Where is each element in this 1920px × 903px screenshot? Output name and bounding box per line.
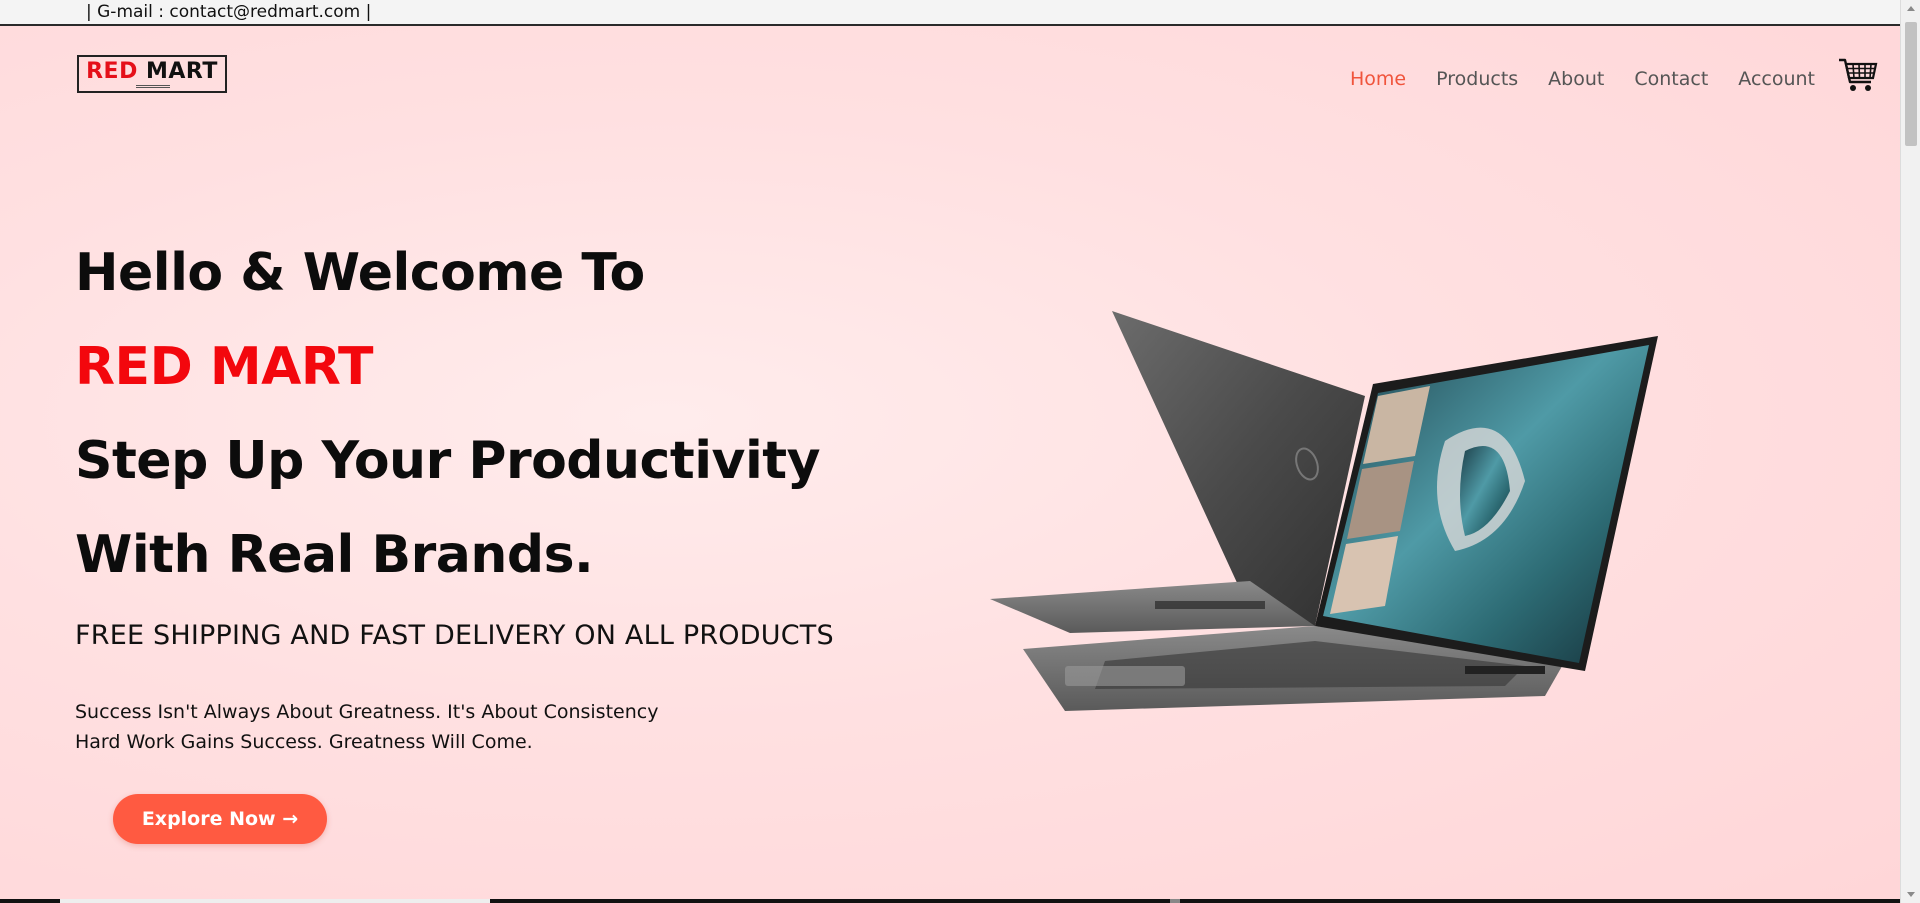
- shopping-cart-icon[interactable]: [1838, 54, 1878, 94]
- nav-products[interactable]: Products: [1436, 68, 1518, 90]
- bottom-edge: [0, 899, 1900, 903]
- headline-brand: RED MART: [75, 337, 374, 397]
- main-nav: Home Products About Contact Account: [1320, 68, 1815, 90]
- vertical-scrollbar[interactable]: [1900, 0, 1920, 903]
- logo-underline: [136, 85, 170, 88]
- hero-subtext: Success Isn't Always About Greatness. It…: [75, 697, 658, 757]
- logo-wordmark: RED MART: [79, 57, 225, 87]
- subtext-line-2: Hard Work Gains Success. Greatness Will …: [75, 731, 533, 753]
- bottom-edge-marker: [1170, 899, 1180, 903]
- shipping-banner: FREE SHIPPING AND FAST DELIVERY ON ALL P…: [75, 620, 834, 651]
- explore-now-button[interactable]: Explore Now →: [113, 794, 327, 844]
- logo[interactable]: RED MART: [77, 55, 227, 93]
- nav-home[interactable]: Home: [1350, 68, 1406, 90]
- subtext-line-1: Success Isn't Always About Greatness. It…: [75, 701, 659, 723]
- scrollbar-thumb[interactable]: [1905, 22, 1917, 146]
- headline-line-3: Step Up Your Productivity: [75, 431, 821, 491]
- bottom-edge-segment: [60, 899, 490, 903]
- logo-black-text: MART: [146, 59, 218, 84]
- contact-email-text: | G-mail : contact@redmart.com |: [86, 2, 372, 22]
- nav-about[interactable]: About: [1548, 68, 1604, 90]
- nav-contact[interactable]: Contact: [1634, 68, 1708, 90]
- laptop-image: [985, 281, 1665, 721]
- contact-bar: | G-mail : contact@redmart.com |: [0, 0, 1900, 26]
- scroll-down-icon[interactable]: [1907, 892, 1915, 897]
- logo-red-text: RED: [86, 59, 138, 84]
- headline-line-1: Hello & Welcome To: [75, 243, 645, 303]
- nav-account[interactable]: Account: [1738, 68, 1815, 90]
- hero-headline: Hello & Welcome To RED MART Step Up Your…: [75, 226, 821, 602]
- headline-line-4: With Real Brands.: [75, 525, 594, 585]
- scroll-up-icon[interactable]: [1907, 6, 1915, 11]
- hero-section: RED MART Home Products About Contact Acc…: [0, 26, 1900, 899]
